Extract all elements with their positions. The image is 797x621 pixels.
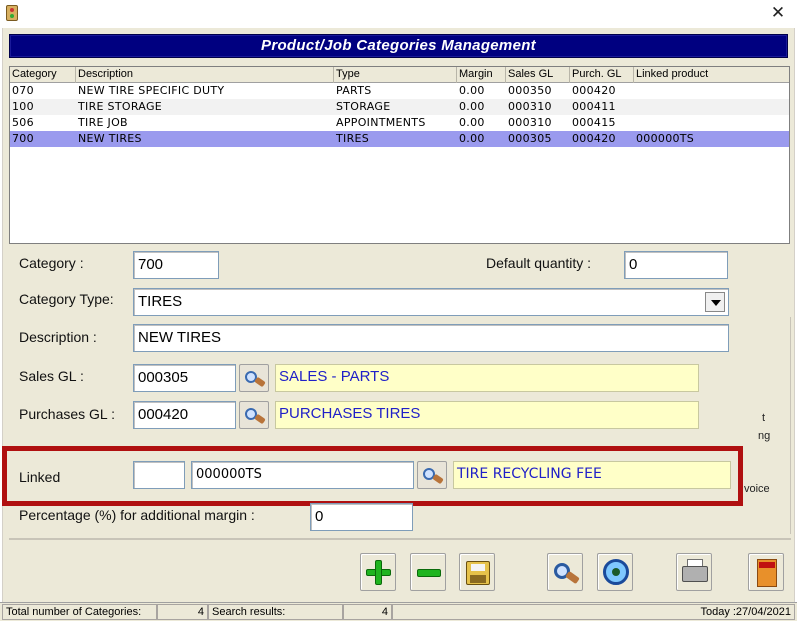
cell-sales-gl: 000350	[508, 84, 552, 97]
print-button[interactable]	[676, 553, 712, 591]
floppy-disk-icon	[466, 561, 490, 585]
category-type-value: TIRES	[138, 293, 183, 310]
clipped-label-1: t	[762, 412, 766, 424]
column-header-sales-gl[interactable]: Sales GL	[506, 67, 570, 83]
magnifier-handle	[254, 376, 266, 388]
cell-category: 100	[12, 100, 34, 113]
title-bar: ✕	[0, 0, 797, 28]
cell-description: NEW TIRES	[78, 132, 142, 145]
form-bottom-edge	[9, 534, 791, 540]
search-results-value: 4	[343, 604, 392, 620]
description-field[interactable]: NEW TIRES	[133, 324, 729, 352]
save-button[interactable]	[459, 553, 495, 591]
table-row-selected[interactable]: 700 NEW TIRES TIRES 0.00 000305 000420 0…	[10, 131, 789, 147]
cell-type: APPOINTMENTS	[336, 116, 426, 129]
cell-linked-product	[634, 115, 636, 131]
total-categories-label: Total number of Categories:	[2, 604, 157, 620]
percentage-label: Percentage (%) for additional margin :	[19, 507, 255, 523]
description-label: Description :	[19, 329, 97, 345]
app-traffic-light-icon	[6, 5, 18, 21]
category-type-label: Category Type:	[19, 291, 114, 307]
total-categories-value: 4	[157, 604, 208, 620]
cell-sales-gl: 000310	[508, 116, 552, 129]
clipped-label-3: voice	[744, 483, 770, 495]
cell-margin: 0.00	[459, 116, 485, 129]
lookup-button[interactable]	[547, 553, 583, 591]
default-quantity-field[interactable]: 0	[624, 251, 728, 279]
find-icon	[603, 559, 629, 585]
cell-category: 506	[12, 116, 34, 129]
linked-row-highlight	[2, 446, 743, 506]
cell-linked-product	[634, 99, 636, 115]
cell-purch-gl: 000415	[572, 116, 616, 129]
close-window-button[interactable]: ✕	[763, 2, 793, 24]
cell-description: TIRE JOB	[78, 116, 128, 129]
cell-description: NEW TIRE SPECIFIC DUTY	[78, 84, 225, 97]
column-header-type[interactable]: Type	[334, 67, 457, 83]
status-bar: Total number of Categories: 4 Search res…	[0, 602, 797, 621]
category-type-select[interactable]: TIRES	[133, 288, 729, 316]
today-date: Today :27/04/2021	[392, 604, 795, 620]
column-header-category[interactable]: Category	[10, 67, 76, 83]
sales-gl-name: SALES - PARTS	[275, 364, 699, 392]
cell-margin: 0.00	[459, 84, 485, 97]
plus-icon-vertical	[375, 560, 382, 585]
sales-gl-lookup-button[interactable]	[239, 364, 269, 392]
category-label: Category :	[19, 255, 84, 271]
cell-category: 070	[12, 84, 34, 97]
categories-table: Category Description Type Margin Sales G…	[9, 66, 790, 244]
purchases-gl-lookup-button[interactable]	[239, 401, 269, 429]
form-panel-right	[737, 317, 791, 534]
search-results-label: Search results:	[208, 604, 343, 620]
column-header-linked-product[interactable]: Linked product	[634, 67, 789, 83]
cell-type: STORAGE	[336, 100, 391, 113]
cell-purch-gl: 000411	[572, 100, 616, 113]
table-header: Category Description Type Margin Sales G…	[10, 67, 789, 83]
cell-type: PARTS	[336, 84, 372, 97]
minus-icon	[417, 569, 441, 577]
cell-linked-product: 000000TS	[636, 132, 695, 145]
magnifier-handle	[254, 413, 266, 425]
sales-gl-label: Sales GL :	[19, 368, 84, 384]
cell-category: 700	[12, 132, 34, 145]
category-field[interactable]: 700	[133, 251, 219, 279]
table-row[interactable]: 100 TIRE STORAGE STORAGE 0.00 000310 000…	[10, 99, 789, 115]
table-row[interactable]: 070 NEW TIRE SPECIFIC DUTY PARTS 0.00 00…	[10, 83, 789, 99]
cell-purch-gl: 000420	[572, 84, 616, 97]
cell-type: TIRES	[336, 132, 370, 145]
exit-button[interactable]	[748, 553, 784, 591]
cell-linked-product	[634, 83, 636, 99]
cell-sales-gl: 000310	[508, 100, 552, 113]
remove-button[interactable]	[410, 553, 446, 591]
cell-description: TIRE STORAGE	[78, 100, 163, 113]
chevron-down-icon[interactable]	[705, 292, 725, 312]
cell-purch-gl: 000420	[572, 132, 616, 145]
purchases-gl-name: PURCHASES TIRES	[275, 401, 699, 429]
add-button[interactable]	[360, 553, 396, 591]
purchases-gl-field[interactable]: 000420	[133, 401, 236, 429]
sales-gl-field[interactable]: 000305	[133, 364, 236, 392]
find-button[interactable]	[597, 553, 633, 591]
header-bar: Product/Job Categories Management	[9, 34, 788, 58]
cell-sales-gl: 000305	[508, 132, 552, 145]
column-header-purch-gl[interactable]: Purch. GL	[570, 67, 634, 83]
purchases-gl-label: Purchases GL :	[19, 406, 115, 422]
printer-icon	[682, 566, 708, 582]
table-row[interactable]: 506 TIRE JOB APPOINTMENTS 0.00 000310 00…	[10, 115, 789, 131]
column-header-margin[interactable]: Margin	[457, 67, 506, 83]
cell-margin: 0.00	[459, 100, 485, 113]
exit-sign	[759, 562, 775, 568]
magnifier-handle	[565, 570, 580, 585]
column-header-description[interactable]: Description	[76, 67, 334, 83]
default-quantity-label: Default quantity :	[486, 255, 592, 271]
clipped-label-2: ng	[758, 430, 771, 442]
page-title: Product/Job Categories Management	[261, 37, 536, 54]
cell-margin: 0.00	[459, 132, 485, 145]
percentage-field[interactable]: 0	[310, 503, 413, 531]
